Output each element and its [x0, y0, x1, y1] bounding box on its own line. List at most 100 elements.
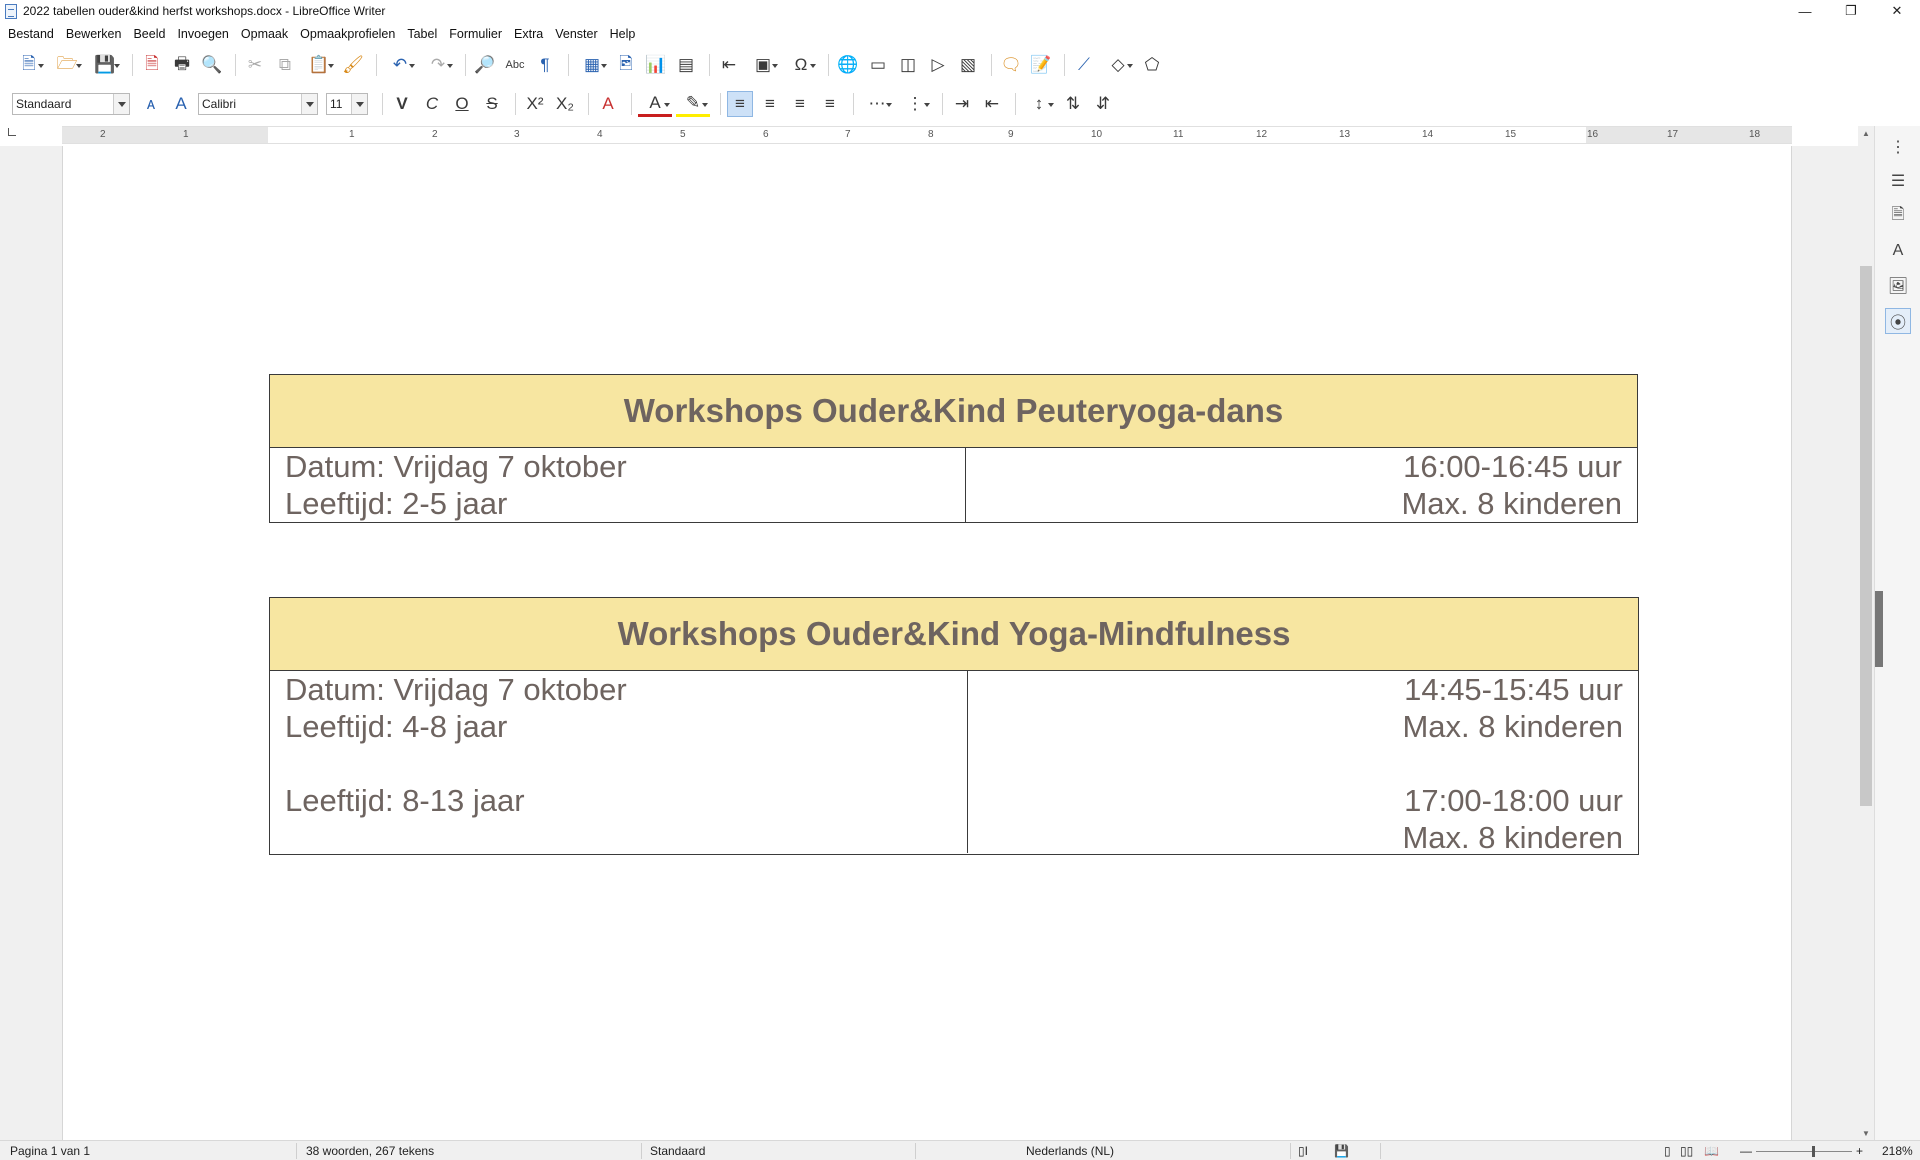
gallery-icon[interactable]: 🖼 — [1885, 273, 1911, 299]
paragraph-style-select[interactable]: Standaard — [12, 93, 130, 115]
basic-shapes-icon[interactable]: ◇ — [1101, 52, 1135, 78]
minimize-icon[interactable]: — — [1782, 0, 1828, 22]
table-header[interactable]: Workshops Ouder&Kind Peuteryoga-dans — [270, 375, 1637, 448]
page-icon[interactable]: 🗎 — [1885, 203, 1911, 229]
font-size-select[interactable]: 11 — [326, 93, 368, 115]
navigator-icon[interactable]: ⦿ — [1885, 308, 1911, 334]
increase-paragraph-spacing-icon[interactable]: ⇅ — [1060, 91, 1086, 117]
word-count[interactable]: 38 woorden, 267 tekens — [306, 1144, 434, 1158]
new-style-icon[interactable]: A — [168, 91, 194, 117]
special-character-icon[interactable]: Ω — [784, 52, 818, 78]
workshop-table-yoga-mindfulness[interactable]: Workshops Ouder&Kind Yoga-Mindfulness Da… — [269, 597, 1639, 855]
insert-chart-icon[interactable]: 📊 — [643, 52, 669, 78]
increase-indent-icon[interactable]: ⇥ — [949, 91, 975, 117]
table-row[interactable]: Datum: Vrijdag 7 oktober Leeftijd: 2-5 j… — [270, 448, 1637, 522]
single-page-view-icon[interactable]: ▯ — [1664, 1144, 1671, 1158]
chevron-down-icon[interactable] — [301, 94, 317, 114]
insert-field-icon[interactable]: ▣ — [746, 52, 780, 78]
chevron-down-icon[interactable] — [113, 94, 129, 114]
scrollbar-thumb[interactable] — [1860, 266, 1872, 806]
strikethrough-button[interactable]: S — [479, 91, 505, 117]
cross-reference-icon[interactable]: ▧ — [955, 52, 981, 78]
undo-icon[interactable]: ↶ — [383, 52, 417, 78]
highlight-color-icon[interactable]: ✎ — [676, 91, 710, 117]
text-language[interactable]: Nederlands (NL) — [1026, 1144, 1114, 1158]
footnote-icon[interactable]: ▭ — [865, 52, 891, 78]
zoom-out-icon[interactable]: — — [1740, 1144, 1752, 1158]
insert-image-icon[interactable]: 🖻 — [613, 52, 639, 78]
table-row[interactable]: Datum: Vrijdag 7 oktober Leeftijd: 4-8 j… — [270, 671, 1638, 855]
superscript-icon[interactable]: X² — [522, 91, 548, 117]
export-pdf-icon[interactable]: 🗎 — [139, 52, 165, 78]
copy-icon[interactable]: ⧉ — [272, 52, 298, 78]
align-right-icon[interactable]: ≡ — [787, 91, 813, 117]
subscript-icon[interactable]: X₂ — [552, 91, 578, 117]
menu-opmaakprofielen[interactable]: Opmaakprofielen — [294, 27, 401, 41]
zoom-slider[interactable] — [1756, 1151, 1852, 1152]
table-cell-right[interactable]: 14:45-15:45 uur Max. 8 kinderen 17:00-18… — [968, 671, 1638, 855]
menu-bestand[interactable]: Bestand — [2, 27, 60, 41]
close-icon[interactable]: ✕ — [1874, 0, 1920, 22]
hyperlink-icon[interactable]: 🌐 — [835, 52, 861, 78]
underline-button[interactable]: O — [449, 91, 475, 117]
clear-formatting-icon[interactable]: A — [595, 91, 621, 117]
line-spacing-icon[interactable]: ↕ — [1022, 91, 1056, 117]
save-icon[interactable]: 💾 — [88, 52, 122, 78]
new-document-icon[interactable]: 🗎 — [12, 52, 46, 78]
menu-formulier[interactable]: Formulier — [443, 27, 508, 41]
page-break-icon[interactable]: ⇤ — [716, 52, 742, 78]
paste-icon[interactable]: 📋 — [302, 52, 336, 78]
book-view-icon[interactable]: 📖 — [1704, 1144, 1719, 1158]
insert-table-icon[interactable]: ▦ — [575, 52, 609, 78]
workshop-table-peuteryoga[interactable]: Workshops Ouder&Kind Peuteryoga-dans Dat… — [269, 374, 1638, 523]
page-style[interactable]: Standaard — [650, 1144, 705, 1158]
endnote-icon[interactable]: ◫ — [895, 52, 921, 78]
multi-page-view-icon[interactable]: ▯▯ — [1680, 1144, 1693, 1158]
properties-icon[interactable]: ☰ — [1885, 168, 1911, 194]
insert-line-icon[interactable]: ⟋ — [1071, 52, 1097, 78]
align-left-icon[interactable]: ≡ — [727, 91, 753, 117]
zoom-level[interactable]: 218% — [1882, 1144, 1913, 1158]
document-page[interactable]: Workshops Ouder&Kind Peuteryoga-dans Dat… — [62, 146, 1792, 1140]
print-icon[interactable]: 🖶 — [169, 52, 195, 78]
scroll-down-icon[interactable]: ▼ — [1858, 1126, 1874, 1140]
chevron-down-icon[interactable] — [351, 94, 367, 114]
update-style-icon[interactable]: ᴀ — [138, 91, 164, 117]
bookmark-icon[interactable]: ▷ — [925, 52, 951, 78]
justify-icon[interactable]: ≡ — [817, 91, 843, 117]
print-preview-icon[interactable]: 🔍 — [199, 52, 225, 78]
spelling-icon[interactable]: Abc — [502, 52, 528, 78]
menu-beeld[interactable]: Beeld — [127, 27, 171, 41]
numbered-list-icon[interactable]: ⋮ — [898, 91, 932, 117]
sidebar-collapse-handle[interactable] — [1875, 591, 1883, 667]
italic-button[interactable]: C — [419, 91, 445, 117]
clone-formatting-icon[interactable]: 🖌 — [340, 52, 366, 78]
bold-button[interactable]: V — [389, 91, 415, 117]
insert-textbox-icon[interactable]: ▤ — [673, 52, 699, 78]
font-color-icon[interactable]: A — [638, 91, 672, 117]
zoom-slider-handle[interactable] — [1812, 1146, 1815, 1157]
find-replace-icon[interactable]: 🔎 — [472, 52, 498, 78]
font-name-select[interactable]: Calibri — [198, 93, 318, 115]
document-modified-icon[interactable]: 💾 — [1334, 1144, 1349, 1158]
table-cell-right[interactable]: 16:00-16:45 uur Max. 8 kinderen — [966, 448, 1637, 522]
cut-icon[interactable]: ✂ — [242, 52, 268, 78]
scroll-up-icon[interactable]: ▲ — [1858, 126, 1874, 140]
table-cell-left[interactable]: Datum: Vrijdag 7 oktober Leeftijd: 2-5 j… — [270, 448, 966, 522]
open-folder-icon[interactable]: 🗁 — [50, 52, 84, 78]
styles-icon[interactable]: A — [1885, 238, 1911, 264]
zoom-in-icon[interactable]: + — [1856, 1144, 1863, 1158]
align-center-icon[interactable]: ≡ — [757, 91, 783, 117]
menu-help[interactable]: Help — [604, 27, 642, 41]
decrease-paragraph-spacing-icon[interactable]: ⇵ — [1090, 91, 1116, 117]
menu-opmaak[interactable]: Opmaak — [235, 27, 294, 41]
bullet-list-icon[interactable]: ⋯ — [860, 91, 894, 117]
menu-invoegen[interactable]: Invoegen — [171, 27, 234, 41]
decrease-indent-icon[interactable]: ⇤ — [979, 91, 1005, 117]
horizontal-ruler[interactable]: 2 1 1 2 3 4 5 6 7 8 9 10 11 12 13 14 15 … — [62, 126, 1792, 144]
formatting-marks-icon[interactable]: ¶ — [532, 52, 558, 78]
page-count[interactable]: Pagina 1 van 1 — [10, 1144, 90, 1158]
menu-venster[interactable]: Venster — [549, 27, 603, 41]
redo-icon[interactable]: ↷ — [421, 52, 455, 78]
vertical-scrollbar[interactable]: ▲ ▼ — [1858, 126, 1874, 1140]
